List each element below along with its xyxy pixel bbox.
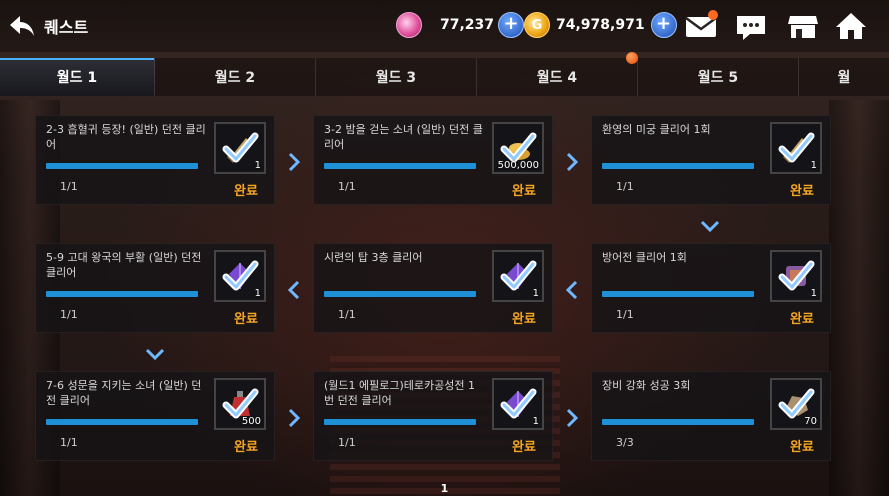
complete-status[interactable]: 완료 [790,436,814,455]
reward-quantity: 1 [532,416,539,427]
reward-slot[interactable]: 500 [214,378,266,430]
top-bar: 퀘스트 77,237 + G 74,978,971 + [0,0,889,52]
quest-name: 7-6 성문을 지키는 소녀 (일반) 던전 클리어 [46,379,202,407]
progress-text: 1/1 [616,180,634,193]
progress-text: 1/1 [60,436,78,449]
complete-status[interactable]: 완료 [790,180,814,199]
progress-bar [324,163,476,169]
gem-amount: 77,237 [440,17,495,33]
quest-card[interactable]: 환영의 미궁 클리어 1회 1 1/1 완료 [591,115,831,205]
chevron-right-icon [566,408,579,428]
reward-slot[interactable]: 1 [214,250,266,302]
add-gems-button[interactable]: + [498,12,525,38]
quest-card[interactable]: 7-6 성문을 지키는 소녀 (일반) 던전 클리어 500 1/1 완료 [35,371,275,461]
complete-status[interactable]: 완료 [790,308,814,327]
chevron-right-icon [288,408,301,428]
chevron-right-icon [566,152,579,172]
reward-quantity: 1 [254,288,261,299]
quest-name: 3-2 밤을 걷는 소녀 (일반) 던전 클리어 [324,123,483,151]
reward-quantity: 1 [532,288,539,299]
reward-slot[interactable]: 1 [492,250,544,302]
add-gold-button[interactable]: + [650,12,677,38]
quest-card[interactable]: 5-9 고대 왕국의 부활 (일반) 던전 클리어 1 1/1 완료 [35,243,275,333]
reward-quantity: 500,000 [497,160,539,171]
progress-bar [324,419,476,425]
chevron-right-icon [288,152,301,172]
quest-card[interactable]: 방어전 클리어 1회 1 1/1 완료 [591,243,831,333]
progress-text: 1/1 [338,436,356,449]
progress-bar [324,291,476,297]
quest-card[interactable]: 장비 강화 성공 3회 70 3/3 완료 [591,371,831,461]
complete-status[interactable]: 완료 [234,308,258,327]
gem-icon [396,12,422,38]
reward-quantity: 1 [810,160,817,171]
complete-status[interactable]: 완료 [512,180,536,199]
page-title: 퀘스트 [44,18,89,37]
progress-text: 1/1 [60,308,78,321]
chevron-down-icon [145,348,165,361]
gold-coin-icon: G [524,12,550,38]
chevron-left-icon [287,280,300,300]
gold-amount: 74,978,971 [556,17,645,33]
chevron-down-icon [700,220,720,233]
reward-quantity: 1 [810,288,817,299]
quest-name: 2-3 흡혈귀 등장! (일반) 던전 클리어 [46,123,206,151]
reward-slot[interactable]: 1 [492,378,544,430]
quest-name: 환영의 미궁 클리어 1회 [602,123,711,136]
reward-slot[interactable]: 1 [770,122,822,174]
quest-name: 장비 강화 성공 3회 [602,379,691,392]
reward-slot[interactable]: 1 [770,250,822,302]
reward-quantity: 1 [254,160,261,171]
quest-name: (월드1 에필로그)테로카공성전 1번 던전 클리어 [324,379,476,407]
notification-dot [708,10,718,20]
quest-card[interactable]: (월드1 에필로그)테로카공성전 1번 던전 클리어 1 1/1 완료 [313,371,553,461]
tab-world-1[interactable]: 월드 1 [0,58,155,96]
reward-quantity: 70 [804,416,817,427]
quest-name: 시련의 탑 3층 클리어 [324,251,423,264]
reward-slot[interactable]: 500,000 [492,122,544,174]
home-icon[interactable] [834,10,868,42]
quest-name: 방어전 클리어 1회 [602,251,687,264]
reward-slot[interactable]: 70 [770,378,822,430]
tab-world-6[interactable]: 월 [799,58,889,96]
tab-world-5[interactable]: 월드 5 [638,58,799,96]
tab-world-3[interactable]: 월드 3 [316,58,477,96]
back-arrow-icon[interactable] [6,10,38,42]
progress-text: 1/1 [338,308,356,321]
shop-icon[interactable] [786,10,820,42]
chevron-left-icon [565,280,578,300]
complete-status[interactable]: 완료 [512,308,536,327]
quest-card[interactable]: 2-3 흡혈귀 등장! (일반) 던전 클리어 1 1/1 완료 [35,115,275,205]
notification-dot [626,52,638,64]
progress-bar [46,163,198,169]
gem-currency: 77,237 + [396,12,525,38]
quest-card[interactable]: 3-2 밤을 걷는 소녀 (일반) 던전 클리어 500,000 1/1 완료 [313,115,553,205]
progress-bar [46,419,198,425]
progress-bar [602,291,754,297]
progress-text: 1/1 [338,180,356,193]
complete-status[interactable]: 완료 [512,436,536,455]
progress-bar [602,163,754,169]
progress-bar [46,291,198,297]
progress-text: 1/1 [616,308,634,321]
gold-currency: G 74,978,971 + [524,12,677,38]
progress-text: 3/3 [616,436,634,449]
tab-world-4[interactable]: 월드 4 [477,58,638,96]
quest-name: 5-9 고대 왕국의 부활 (일반) 던전 클리어 [46,251,202,279]
complete-status[interactable]: 완료 [234,436,258,455]
reward-quantity: 500 [241,416,261,427]
chat-icon[interactable] [734,10,768,42]
quest-card[interactable]: 시련의 탑 3층 클리어 1 1/1 완료 [313,243,553,333]
progress-text: 1/1 [60,180,78,193]
progress-bar [602,419,754,425]
world-tabs: 월드 1 월드 2 월드 3 월드 4 월드 5 월 [0,52,889,96]
complete-status[interactable]: 완료 [234,180,258,199]
reward-slot[interactable]: 1 [214,122,266,174]
page-indicator: 1 [440,482,449,495]
tab-world-2[interactable]: 월드 2 [155,58,316,96]
